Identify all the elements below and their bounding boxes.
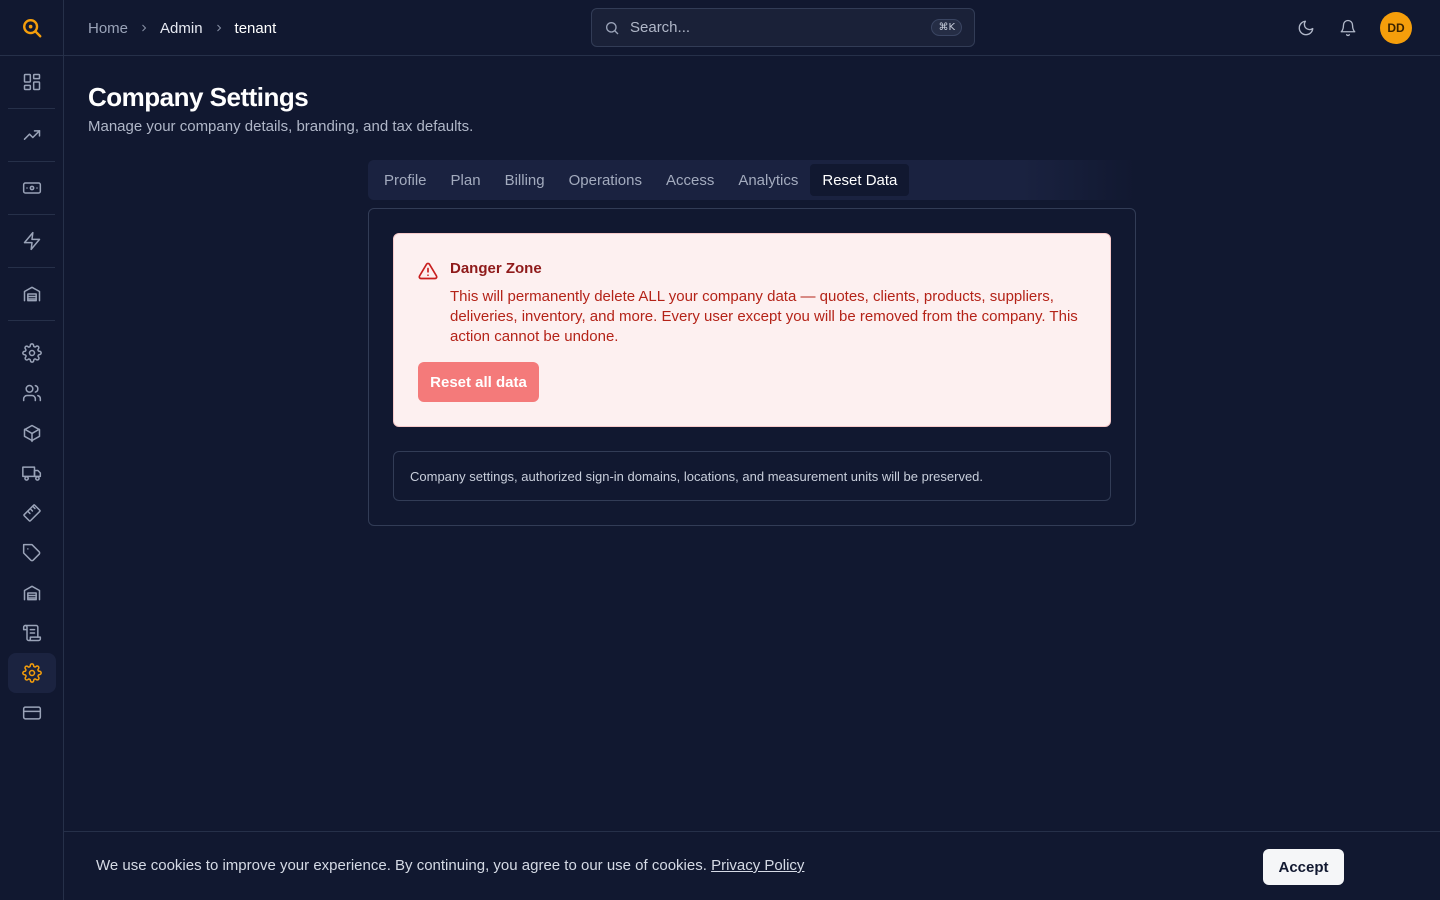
theme-toggle-button[interactable] — [1296, 18, 1316, 38]
banknote-icon — [22, 182, 42, 194]
accept-cookies-button[interactable]: Accept — [1263, 849, 1344, 885]
scroll-icon — [22, 624, 42, 642]
breadcrumb-home[interactable]: Home — [88, 20, 128, 37]
search-input[interactable] — [630, 19, 932, 36]
sidebar-group — [8, 221, 55, 268]
bell-icon — [1340, 19, 1356, 37]
avatar[interactable]: DD — [1380, 12, 1412, 44]
chevron-right-icon — [138, 22, 150, 34]
warehouse-icon — [23, 286, 41, 302]
sidebar-group — [8, 274, 55, 321]
danger-zone-description: This will permanently delete ALL your co… — [450, 288, 1078, 345]
sidebar-item-dashboard[interactable] — [8, 62, 56, 102]
moon-icon — [1298, 20, 1314, 36]
sidebar-item-company-settings[interactable] — [8, 653, 56, 693]
sidebar-group — [8, 168, 55, 215]
reset-data-panel: Danger Zone This will permanently delete… — [368, 208, 1136, 526]
credit-card-icon — [22, 706, 42, 720]
breadcrumb-admin[interactable]: Admin — [160, 20, 203, 37]
warehouse-icon — [23, 585, 41, 601]
tag-icon — [22, 543, 41, 562]
sidebar-item-deliveries[interactable] — [8, 453, 56, 493]
cookie-text: We use cookies to improve your experienc… — [96, 857, 707, 874]
preserved-data-note: Company settings, authorized sign-in dom… — [393, 451, 1111, 501]
page-title: Company Settings — [88, 82, 309, 112]
cookie-banner: We use cookies to improve your experienc… — [64, 831, 1440, 900]
sidebar-group-admin — [8, 333, 56, 733]
search-box[interactable]: ⌘K — [591, 8, 975, 47]
app: Home Admin tenant ⌘K DD Company Settings… — [0, 0, 1440, 900]
sidebar-group — [8, 115, 55, 162]
tab-analytics[interactable]: Analytics — [726, 164, 810, 196]
sidebar-item-products[interactable] — [8, 413, 56, 453]
dashboard-icon — [23, 73, 41, 91]
sidebar-group — [8, 62, 55, 109]
search-shortcut: ⌘K — [931, 19, 962, 36]
lightning-icon — [23, 231, 41, 251]
tab-profile[interactable]: Profile — [372, 164, 439, 196]
settings-icon — [22, 663, 42, 683]
breadcrumb-current: tenant — [234, 19, 277, 37]
settings-icon — [22, 343, 42, 363]
tab-plan[interactable]: Plan — [439, 164, 493, 196]
reset-all-data-button[interactable]: Reset all data — [418, 362, 539, 402]
danger-zone-card: Danger Zone This will permanently delete… — [393, 233, 1111, 427]
sidebar-item-measurements[interactable] — [8, 493, 56, 533]
sidebar-item-locations[interactable] — [8, 573, 56, 613]
sidebar-item-billing[interactable] — [8, 693, 56, 733]
package-icon — [23, 424, 41, 443]
chevron-right-icon — [213, 22, 225, 34]
search-icon — [606, 21, 619, 34]
page-header: Company Settings Manage your company det… — [88, 80, 473, 135]
page-subtitle: Manage your company details, branding, a… — [88, 118, 474, 135]
notifications-button[interactable] — [1338, 18, 1358, 38]
sidebar-item-finance[interactable] — [8, 168, 56, 208]
sidebar-item-automation[interactable] — [8, 221, 56, 261]
users-icon — [22, 384, 42, 402]
warning-triangle-icon — [418, 261, 438, 286]
trending-up-icon — [23, 130, 41, 140]
topbar: Home Admin tenant ⌘K DD — [64, 0, 1440, 56]
tab-operations[interactable]: Operations — [557, 164, 654, 196]
sidebar-item-analytics[interactable] — [8, 115, 56, 155]
sidebar-item-users[interactable] — [8, 373, 56, 413]
privacy-policy-link[interactable]: Privacy Policy — [711, 857, 804, 874]
tab-billing[interactable]: Billing — [493, 164, 557, 196]
ruler-icon — [23, 504, 41, 522]
breadcrumb: Home Admin tenant — [88, 0, 276, 56]
tab-access[interactable]: Access — [654, 164, 726, 196]
sidebar-item-logs[interactable] — [8, 613, 56, 653]
sidebar-item-settings[interactable] — [8, 333, 56, 373]
top-actions: DD — [1296, 0, 1412, 56]
cookie-message: We use cookies to improve your experienc… — [96, 857, 804, 874]
danger-zone-title: Danger Zone — [450, 260, 542, 277]
logo[interactable] — [0, 0, 63, 56]
tab-reset-data[interactable]: Reset Data — [810, 164, 910, 196]
truck-icon — [22, 466, 42, 481]
sidebar-item-warehouse[interactable] — [8, 274, 56, 314]
settings-tabs: Profile Plan Billing Operations Access A… — [368, 160, 1136, 200]
sidebar — [0, 0, 64, 900]
search-logo-icon — [22, 18, 41, 37]
sidebar-item-pricing[interactable] — [8, 533, 56, 573]
